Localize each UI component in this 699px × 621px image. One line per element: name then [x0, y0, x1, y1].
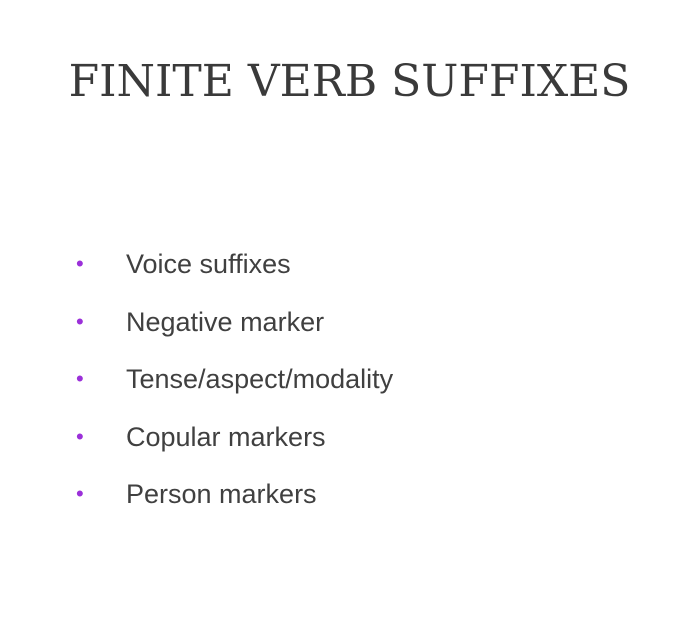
bullet-icon: • — [76, 251, 84, 276]
bullet-text: Person markers — [126, 479, 317, 509]
bullet-icon: • — [76, 423, 84, 449]
bullet-item-voice-suffixes: • Voice suffixes — [76, 244, 393, 302]
bullet-item-copular-markers: • Copular markers — [76, 417, 393, 475]
bullet-text: Negative marker — [126, 306, 325, 337]
bullet-icon: • — [76, 366, 84, 391]
bullet-item-person-markers: • Person markers — [76, 474, 393, 532]
bullet-text: Copular markers — [126, 421, 326, 452]
bullet-item-tense-aspect-modality: • Tense/aspect/modality — [76, 359, 393, 417]
bullet-text: Voice suffixes — [126, 249, 291, 279]
bullet-list: • Voice suffixes • Negative marker • Ten… — [76, 244, 393, 532]
slide-title: FINITE VERB SUFFIXES — [68, 56, 631, 107]
bullet-item-negative-marker: • Negative marker — [76, 302, 393, 360]
slide: FINITE VERB SUFFIXES • Voice suffixes • … — [0, 0, 699, 621]
bullet-icon: • — [76, 481, 84, 506]
bullet-text: Tense/aspect/modality — [126, 364, 394, 394]
bullet-icon: • — [76, 308, 84, 334]
